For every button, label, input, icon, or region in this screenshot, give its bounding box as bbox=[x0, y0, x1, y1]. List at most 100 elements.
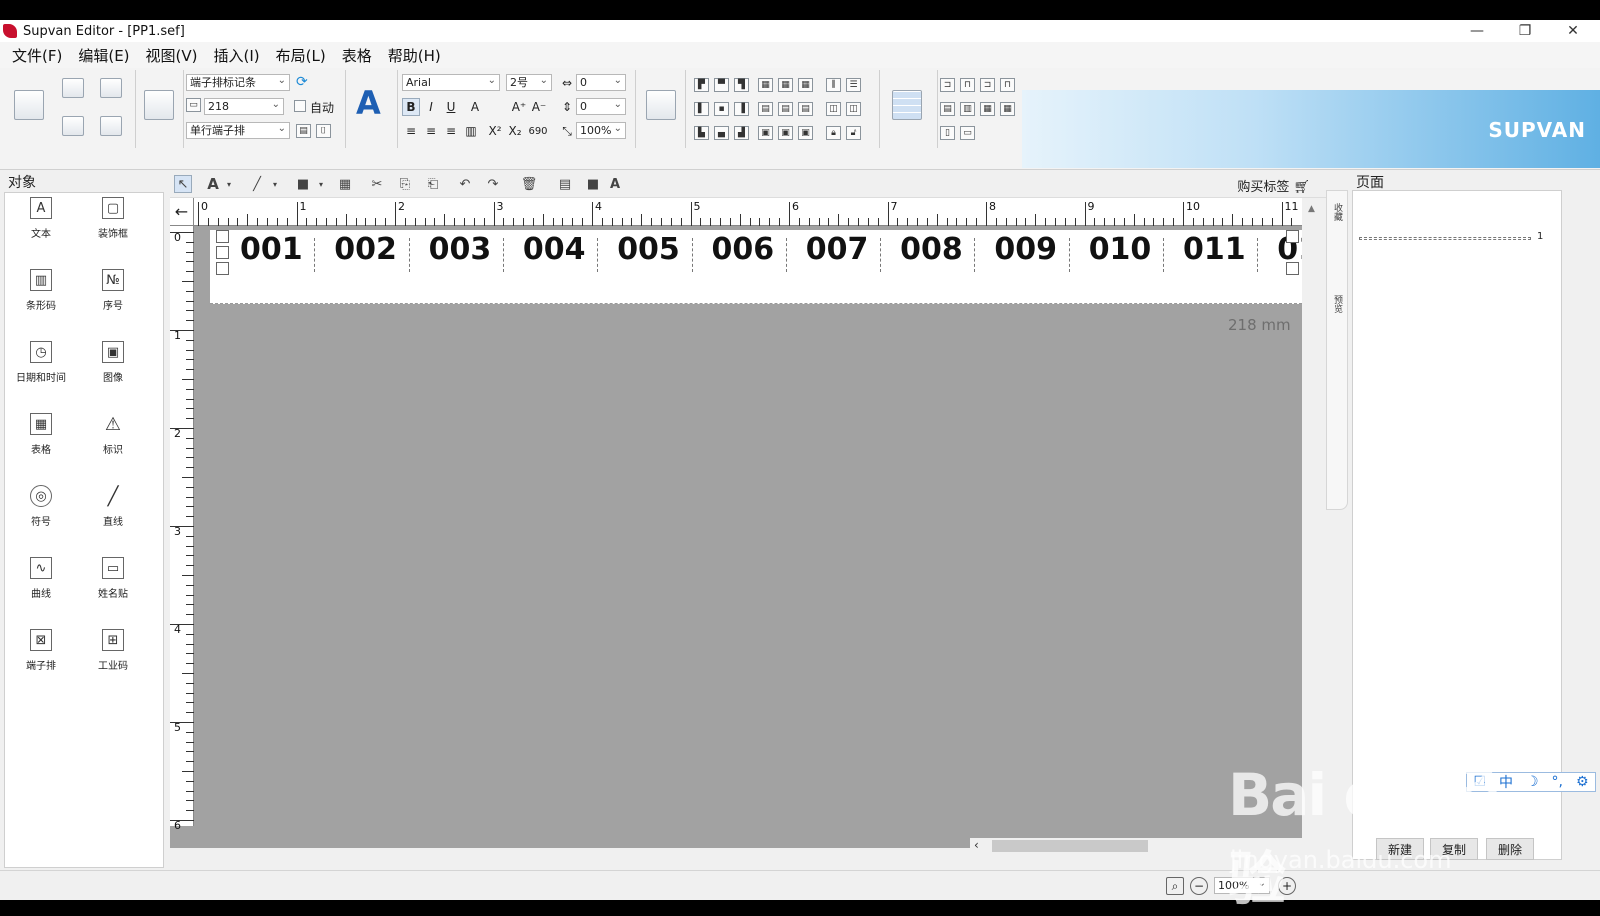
selection-handle[interactable] bbox=[216, 230, 229, 243]
table-grid-icon[interactable]: ▦ bbox=[980, 102, 995, 116]
split-cells-icon[interactable]: ⊓ bbox=[960, 78, 975, 92]
open-file-icon[interactable] bbox=[100, 78, 122, 98]
scroll-left-icon[interactable]: ‹ bbox=[974, 838, 979, 852]
zoom-in-icon[interactable]: + bbox=[1278, 877, 1296, 895]
fill-icon[interactable]: ■ bbox=[584, 175, 602, 193]
page-thumbnail[interactable] bbox=[1359, 237, 1531, 240]
tab-favorites[interactable]: 收藏 bbox=[1331, 203, 1344, 221]
label-cell[interactable]: 003 bbox=[429, 232, 492, 267]
distribute-v-icon[interactable]: ▦ bbox=[778, 78, 793, 92]
object-industrial-code[interactable]: ⊞ 工业码 bbox=[81, 625, 145, 683]
cut-icon[interactable]: ✂ bbox=[368, 175, 386, 193]
save-icon[interactable] bbox=[62, 116, 84, 136]
refresh-icon[interactable]: ⟳ bbox=[296, 74, 308, 90]
menu-help[interactable]: 帮助(H) bbox=[380, 45, 449, 66]
scroll-up-icon[interactable]: ▲ bbox=[1308, 204, 1315, 214]
align-mid-center-icon[interactable]: ▪ bbox=[714, 102, 729, 116]
object-datetime[interactable]: ◷ 日期和时间 bbox=[9, 337, 73, 395]
space-v-icon[interactable]: ▤ bbox=[778, 102, 793, 116]
undo-icon[interactable]: ↶ bbox=[456, 175, 474, 193]
delete-page-button[interactable]: 删除 bbox=[1486, 838, 1534, 860]
label-cell[interactable]: 001 bbox=[240, 232, 303, 267]
text-style-icon[interactable]: A bbox=[356, 84, 381, 122]
object-sign[interactable]: ⚠ 标识 bbox=[81, 409, 145, 467]
new-file-icon[interactable] bbox=[62, 78, 84, 98]
menu-file[interactable]: 文件(F) bbox=[4, 45, 70, 66]
distribute-h-icon[interactable]: ▦ bbox=[758, 78, 773, 92]
label-cell[interactable]: 010 bbox=[1089, 232, 1152, 267]
align-top-left-icon[interactable]: ▛ bbox=[694, 78, 709, 92]
label-cell[interactable]: 008 bbox=[900, 232, 963, 267]
same-size-icon[interactable]: ▣ bbox=[798, 126, 813, 140]
label-cell[interactable]: 004 bbox=[523, 232, 586, 267]
delete-icon[interactable]: 🗑︎ bbox=[520, 175, 538, 193]
menu-insert[interactable]: 插入(I) bbox=[206, 45, 268, 66]
text-tool-dropdown-icon[interactable]: ▾ bbox=[220, 175, 238, 193]
selection-handle[interactable] bbox=[216, 246, 229, 259]
zoom-fit-icon[interactable]: ⌕ bbox=[1166, 877, 1184, 895]
redo-icon[interactable]: ↷ bbox=[484, 175, 502, 193]
space-h-icon[interactable]: ▤ bbox=[758, 102, 773, 116]
selection-handle[interactable] bbox=[1286, 230, 1299, 243]
ime-moon-icon[interactable]: ☽ bbox=[1526, 774, 1539, 790]
layout-select[interactable]: 单行端子排 bbox=[186, 121, 290, 139]
same-width-icon[interactable]: ▦ bbox=[798, 78, 813, 92]
line-tool-icon[interactable]: ╱ bbox=[248, 175, 266, 193]
label-cell[interactable]: 006 bbox=[712, 232, 775, 267]
paste-icon[interactable]: ⎗ bbox=[424, 175, 442, 193]
object-nametag[interactable]: ▭ 姓名贴 bbox=[81, 553, 145, 611]
font-color-button[interactable]: A bbox=[466, 98, 484, 116]
object-image[interactable]: ▣ 图像 bbox=[81, 337, 145, 395]
align-top-center-icon[interactable]: ▀ bbox=[714, 78, 729, 92]
send-back-icon[interactable]: ◫ bbox=[846, 102, 861, 116]
rect-tool-dropdown-icon[interactable]: ▾ bbox=[312, 175, 330, 193]
grow-font-button[interactable]: A⁺ bbox=[510, 98, 528, 116]
object-terminal[interactable]: ⊠ 端子排 bbox=[9, 625, 73, 683]
rotate-object-icon[interactable] bbox=[646, 90, 676, 120]
ime-settings-icon[interactable]: ⚙ bbox=[1576, 774, 1589, 790]
label-cell[interactable]: 011 bbox=[1183, 232, 1246, 267]
zoom-select[interactable]: 100% bbox=[1214, 876, 1270, 894]
scale-select[interactable]: 100% bbox=[576, 121, 626, 139]
vertical-mode-icon[interactable]: ⌷ bbox=[316, 124, 331, 138]
auto-checkbox[interactable] bbox=[294, 100, 306, 112]
select-pointer-icon[interactable]: ↖ bbox=[174, 175, 192, 193]
menu-edit[interactable]: 编辑(E) bbox=[70, 45, 137, 66]
length-input[interactable]: 218 bbox=[204, 97, 284, 115]
delete-row-icon[interactable]: ▤ bbox=[940, 102, 955, 116]
insert-row-icon[interactable]: ⊐ bbox=[980, 78, 995, 92]
align-bottom-right-icon[interactable]: ▟ bbox=[734, 126, 749, 140]
merge-cells-icon[interactable]: ⊐ bbox=[940, 78, 955, 92]
ungroup-icon[interactable]: ▣ bbox=[778, 126, 793, 140]
object-symbol[interactable]: ◎ 符号 bbox=[9, 481, 73, 539]
insert-col-icon[interactable]: ⊓ bbox=[1000, 78, 1015, 92]
print-icon[interactable] bbox=[14, 90, 44, 120]
label-cell[interactable]: 002 bbox=[334, 232, 397, 267]
table-border-icon[interactable]: ▯ bbox=[940, 126, 955, 140]
properties-icon[interactable]: ▤ bbox=[556, 175, 574, 193]
number-format-button[interactable]: 690 bbox=[526, 122, 550, 140]
align-right-icon[interactable]: ≡ bbox=[442, 122, 460, 140]
font-size-select[interactable]: 2号 bbox=[506, 73, 552, 91]
italic-button[interactable]: I bbox=[422, 98, 440, 116]
label-cell[interactable]: 007 bbox=[806, 232, 869, 267]
copy-page-button[interactable]: 复制 bbox=[1430, 838, 1478, 860]
align-mid-right-icon[interactable]: ▐ bbox=[734, 102, 749, 116]
same-height-icon[interactable]: ▤ bbox=[798, 102, 813, 116]
justify-icon[interactable]: ▥ bbox=[462, 122, 480, 140]
align-bottom-left-icon[interactable]: ▙ bbox=[694, 126, 709, 140]
insert-table-icon[interactable] bbox=[892, 90, 922, 120]
terminal-label-strip[interactable]: 001002003004005006007008009010011012 bbox=[210, 230, 1302, 304]
rect-tool-icon[interactable]: ■ bbox=[294, 175, 312, 193]
label-cell[interactable]: 009 bbox=[994, 232, 1057, 267]
menu-layout[interactable]: 布局(L) bbox=[268, 45, 334, 66]
lock-icon[interactable]: 🔒︎ bbox=[826, 126, 841, 140]
object-table[interactable]: ▦ 表格 bbox=[9, 409, 73, 467]
print-preview-icon[interactable] bbox=[100, 116, 122, 136]
printer-settings-icon[interactable] bbox=[144, 90, 174, 120]
bring-front-icon[interactable]: ◫ bbox=[826, 102, 841, 116]
ruler-back-arrow-icon[interactable]: ← bbox=[170, 198, 194, 226]
align-mid-left-icon[interactable]: ▌ bbox=[694, 102, 709, 116]
object-barcode[interactable]: ▥ 条形码 bbox=[9, 265, 73, 323]
table-split-icon[interactable]: ▦ bbox=[1000, 102, 1015, 116]
